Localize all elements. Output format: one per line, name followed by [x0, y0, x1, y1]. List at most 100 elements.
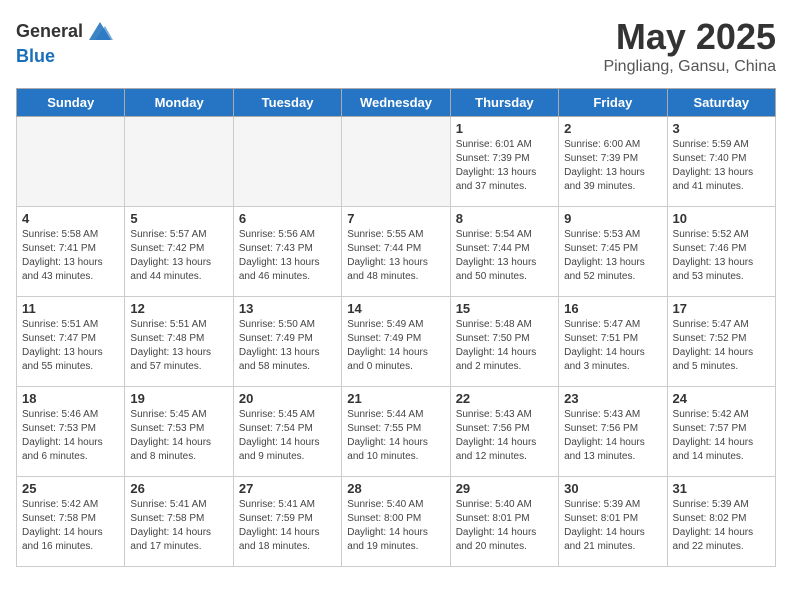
day-cell [17, 117, 125, 207]
day-info: Sunrise: 5:41 AMSunset: 7:58 PMDaylight:… [130, 498, 227, 554]
day-number: 24 [673, 391, 770, 406]
day-info: Sunrise: 5:43 AMSunset: 7:56 PMDaylight:… [564, 408, 661, 464]
day-number: 25 [22, 481, 119, 496]
day-header-sunday: Sunday [17, 89, 125, 117]
day-number: 29 [456, 481, 553, 496]
day-cell: 29Sunrise: 5:40 AMSunset: 8:01 PMDayligh… [450, 477, 558, 567]
day-cell [125, 117, 233, 207]
day-cell: 13 Sunrise: 5:50 AMSunset: 7:49 PMDayligh… [233, 297, 341, 387]
day-number: 16 [564, 301, 661, 316]
day-cell: 23 Sunrise: 5:43 AMSunset: 7:56 PMDayligh… [559, 387, 667, 477]
day-cell: 15 Sunrise: 5:48 AMSunset: 7:50 PMDayligh… [450, 297, 558, 387]
day-cell: 4 Sunrise: 5:58 AMSunset: 7:41 PMDaylight… [17, 207, 125, 297]
day-cell: 11 Sunrise: 5:51 AMSunset: 7:47 PMDayligh… [17, 297, 125, 387]
day-cell: 17 Sunrise: 5:47 AMSunset: 7:52 PMDayligh… [667, 297, 775, 387]
day-info: Sunrise: 5:51 AMSunset: 7:48 PMDaylight:… [130, 318, 227, 374]
day-info: Sunrise: 6:00 AMSunset: 7:39 PMDaylight:… [564, 138, 661, 194]
day-number: 21 [347, 391, 444, 406]
day-cell: 14 Sunrise: 5:49 AMSunset: 7:49 PMDayligh… [342, 297, 450, 387]
day-cell: 7 Sunrise: 5:55 AMSunset: 7:44 PMDaylight… [342, 207, 450, 297]
day-number: 30 [564, 481, 661, 496]
day-cell: 5 Sunrise: 5:57 AMSunset: 7:42 PMDaylight… [125, 207, 233, 297]
day-info: Sunrise: 5:55 AMSunset: 7:44 PMDaylight:… [347, 228, 444, 284]
logo: General Blue [16, 16, 115, 67]
day-info: Sunrise: 5:54 AMSunset: 7:44 PMDaylight:… [456, 228, 553, 284]
day-number: 28 [347, 481, 444, 496]
day-info: Sunrise: 5:50 AMSunset: 7:49 PMDaylight:… [239, 318, 336, 374]
day-cell: 12 Sunrise: 5:51 AMSunset: 7:48 PMDayligh… [125, 297, 233, 387]
day-number: 8 [456, 211, 553, 226]
day-cell: 2 Sunrise: 6:00 AMSunset: 7:39 PMDaylight… [559, 117, 667, 207]
day-cell: 28 Sunrise: 5:40 AMSunset: 8:00 PMDayligh… [342, 477, 450, 567]
day-number: 10 [673, 211, 770, 226]
day-number: 14 [347, 301, 444, 316]
day-number: 3 [673, 121, 770, 136]
day-header-thursday: Thursday [450, 89, 558, 117]
logo-blue: Blue [16, 46, 55, 66]
calendar-subtitle: Pingliang, Gansu, China [603, 58, 776, 76]
day-info: Sunrise: 5:46 AMSunset: 7:53 PMDaylight:… [22, 408, 119, 464]
day-number: 20 [239, 391, 336, 406]
day-number: 6 [239, 211, 336, 226]
day-info: Sunrise: 5:45 AMSunset: 7:53 PMDaylight:… [130, 408, 227, 464]
day-cell: 22 Sunrise: 5:43 AMSunset: 7:56 PMDayligh… [450, 387, 558, 477]
day-info: Sunrise: 5:51 AMSunset: 7:47 PMDaylight:… [22, 318, 119, 374]
day-cell: 9 Sunrise: 5:53 AMSunset: 7:45 PMDaylight… [559, 207, 667, 297]
day-number: 22 [456, 391, 553, 406]
day-number: 26 [130, 481, 227, 496]
day-cell [233, 117, 341, 207]
day-info: Sunrise: 5:57 AMSunset: 7:42 PMDaylight:… [130, 228, 227, 284]
day-cell: 26 Sunrise: 5:41 AMSunset: 7:58 PMDayligh… [125, 477, 233, 567]
day-number: 7 [347, 211, 444, 226]
day-cell [342, 117, 450, 207]
day-cell: 19 Sunrise: 5:45 AMSunset: 7:53 PMDayligh… [125, 387, 233, 477]
day-info: Sunrise: 5:43 AMSunset: 7:56 PMDaylight:… [456, 408, 553, 464]
logo-icon [85, 16, 115, 46]
day-cell: 24 Sunrise: 5:42 AMSunset: 7:57 PMDayligh… [667, 387, 775, 477]
day-info: Sunrise: 5:41 AMSunset: 7:59 PMDaylight:… [239, 498, 336, 554]
day-cell: 21Sunrise: 5:44 AMSunset: 7:55 PMDayligh… [342, 387, 450, 477]
day-number: 12 [130, 301, 227, 316]
day-cell: 3 Sunrise: 5:59 AMSunset: 7:40 PMDaylight… [667, 117, 775, 207]
day-cell: 1Sunrise: 6:01 AMSunset: 7:39 PMDaylight… [450, 117, 558, 207]
calendar-table: SundayMondayTuesdayWednesdayThursdayFrid… [16, 88, 776, 567]
day-number: 15 [456, 301, 553, 316]
day-info: Sunrise: 5:47 AMSunset: 7:52 PMDaylight:… [673, 318, 770, 374]
day-cell: 8 Sunrise: 5:54 AMSunset: 7:44 PMDaylight… [450, 207, 558, 297]
day-info: Sunrise: 5:45 AMSunset: 7:54 PMDaylight:… [239, 408, 336, 464]
day-header-friday: Friday [559, 89, 667, 117]
day-cell: 25 Sunrise: 5:42 AMSunset: 7:58 PMDayligh… [17, 477, 125, 567]
day-cell: 18 Sunrise: 5:46 AMSunset: 7:53 PMDayligh… [17, 387, 125, 477]
day-info: Sunrise: 5:42 AMSunset: 7:58 PMDaylight:… [22, 498, 119, 554]
day-info: Sunrise: 5:58 AMSunset: 7:41 PMDaylight:… [22, 228, 119, 284]
day-cell: 30 Sunrise: 5:39 AMSunset: 8:01 PMDayligh… [559, 477, 667, 567]
day-header-wednesday: Wednesday [342, 89, 450, 117]
day-number: 13 [239, 301, 336, 316]
day-number: 31 [673, 481, 770, 496]
day-info: Sunrise: 5:40 AMSunset: 8:00 PMDaylight:… [347, 498, 444, 554]
title-area: May 2025 Pingliang, Gansu, China [603, 16, 776, 76]
day-number: 27 [239, 481, 336, 496]
day-number: 23 [564, 391, 661, 406]
day-info: Sunrise: 5:53 AMSunset: 7:45 PMDaylight:… [564, 228, 661, 284]
day-cell: 10 Sunrise: 5:52 AMSunset: 7:46 PMDayligh… [667, 207, 775, 297]
day-header-saturday: Saturday [667, 89, 775, 117]
day-number: 19 [130, 391, 227, 406]
day-number: 5 [130, 211, 227, 226]
day-cell: 16Sunrise: 5:47 AMSunset: 7:51 PMDayligh… [559, 297, 667, 387]
day-info: Sunrise: 5:49 AMSunset: 7:49 PMDaylight:… [347, 318, 444, 374]
day-info: Sunrise: 5:42 AMSunset: 7:57 PMDaylight:… [673, 408, 770, 464]
day-number: 9 [564, 211, 661, 226]
day-number: 2 [564, 121, 661, 136]
day-info: Sunrise: 5:52 AMSunset: 7:46 PMDaylight:… [673, 228, 770, 284]
day-cell: 20 Sunrise: 5:45 AMSunset: 7:54 PMDayligh… [233, 387, 341, 477]
day-info: Sunrise: 5:48 AMSunset: 7:50 PMDaylight:… [456, 318, 553, 374]
day-info: Sunrise: 5:59 AMSunset: 7:40 PMDaylight:… [673, 138, 770, 194]
day-info: Sunrise: 5:39 AMSunset: 8:01 PMDaylight:… [564, 498, 661, 554]
calendar-title: May 2025 [603, 16, 776, 58]
day-number: 1 [456, 121, 553, 136]
day-number: 11 [22, 301, 119, 316]
day-number: 4 [22, 211, 119, 226]
day-number: 17 [673, 301, 770, 316]
day-number: 18 [22, 391, 119, 406]
